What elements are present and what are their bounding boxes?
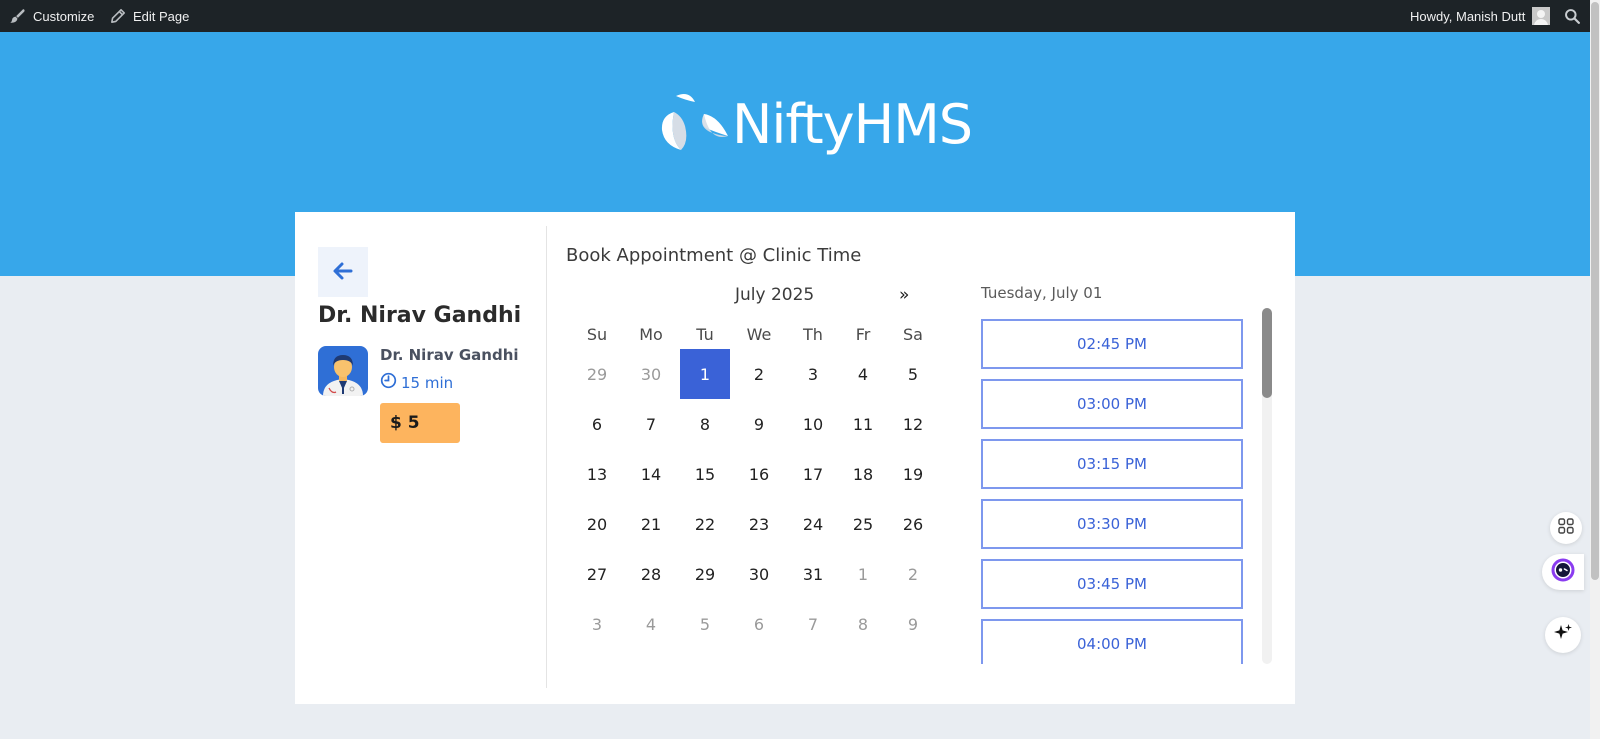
calendar-day[interactable]: 26 bbox=[886, 499, 940, 549]
user-avatar-icon bbox=[1532, 7, 1551, 25]
calendar-day[interactable]: 15 bbox=[678, 449, 732, 499]
booking-title: Book Appointment @ Clinic Time bbox=[566, 245, 862, 266]
appointment-duration: 15 min bbox=[380, 372, 453, 393]
calendar-day[interactable]: 25 bbox=[840, 499, 886, 549]
weekday-header: Fr bbox=[855, 324, 871, 344]
clock-icon bbox=[380, 372, 397, 393]
weekday-header: Th bbox=[803, 324, 823, 344]
pencil-icon bbox=[110, 8, 126, 24]
calendar-day[interactable]: 16 bbox=[732, 449, 786, 499]
calendar-day[interactable]: 10 bbox=[786, 399, 840, 449]
calendar-day[interactable]: 24 bbox=[786, 499, 840, 549]
weekday-header: Tu bbox=[696, 324, 714, 344]
slots-scrollbar[interactable] bbox=[1262, 308, 1272, 664]
doctor-avatar bbox=[318, 346, 368, 396]
weekday-header: We bbox=[746, 324, 772, 344]
calendar-day[interactable]: 6 bbox=[732, 599, 786, 649]
calendar-day[interactable]: 18 bbox=[840, 449, 886, 499]
time-slot-button[interactable]: 04:00 PM bbox=[981, 619, 1243, 664]
calendar-day[interactable]: 9 bbox=[886, 599, 940, 649]
calendar-day[interactable]: 20 bbox=[570, 499, 624, 549]
calendar-day[interactable]: 23 bbox=[732, 499, 786, 549]
calendar-grid: Su Mo Tu We Th Fr Sa 29 30 1 2 3 4 5 6 7 8 9 10 11 12 13 14 15 1… bbox=[570, 319, 940, 649]
sparkle-icon bbox=[1553, 623, 1573, 647]
time-slot-button[interactable]: 03:30 PM bbox=[981, 499, 1243, 549]
admin-bar: Customize Edit Page Howdy, Manish Dutt bbox=[0, 0, 1600, 32]
calendar-day[interactable]: 4 bbox=[624, 599, 678, 649]
calendar-day[interactable]: 6 bbox=[570, 399, 624, 449]
booking-card: Dr. Nirav Gandhi Dr. Nirav Gandhi 15 min… bbox=[295, 212, 1295, 704]
calendar-day[interactable]: 22 bbox=[678, 499, 732, 549]
calendar-day[interactable]: 4 bbox=[840, 349, 886, 399]
calendar-day[interactable]: 2 bbox=[886, 549, 940, 599]
edit-page-label: Edit Page bbox=[133, 8, 190, 24]
calendar-day[interactable]: 3 bbox=[570, 599, 624, 649]
calendar-day[interactable]: 29 bbox=[570, 349, 624, 399]
search-icon bbox=[1564, 8, 1581, 25]
calendar-day[interactable]: 8 bbox=[678, 399, 732, 449]
duration-label: 15 min bbox=[401, 373, 454, 392]
time-slot-button[interactable]: 03:15 PM bbox=[981, 439, 1243, 489]
time-slot-button[interactable]: 02:45 PM bbox=[981, 319, 1243, 369]
calendar-month-label: July 2025 bbox=[735, 285, 815, 305]
selected-date-label: Tuesday, July 01 bbox=[981, 284, 1103, 302]
slots-scrollbar-thumb[interactable] bbox=[1262, 308, 1272, 398]
calendar-day[interactable]: 5 bbox=[678, 599, 732, 649]
calendar-day[interactable]: 11 bbox=[840, 399, 886, 449]
customize-link[interactable]: Customize bbox=[9, 0, 94, 32]
calendar-day[interactable]: 31 bbox=[786, 549, 840, 599]
howdy-label: Howdy, Manish Dutt bbox=[1410, 8, 1526, 24]
calendar-day[interactable]: 28 bbox=[624, 549, 678, 599]
time-slot-button[interactable]: 03:45 PM bbox=[981, 559, 1243, 609]
calendar-day[interactable]: 19 bbox=[886, 449, 940, 499]
admin-search-button[interactable] bbox=[1564, 0, 1581, 32]
column-divider bbox=[546, 226, 547, 688]
calendar-day[interactable]: 12 bbox=[886, 399, 940, 449]
brand-logo-icon bbox=[660, 92, 730, 158]
calendar-day[interactable]: 9 bbox=[732, 399, 786, 449]
arrow-left-icon bbox=[332, 260, 354, 285]
page-scrollbar-thumb[interactable] bbox=[1591, 2, 1599, 580]
calendar-day[interactable]: 17 bbox=[786, 449, 840, 499]
weekday-header: Su bbox=[586, 324, 608, 344]
weekday-header: Mo bbox=[639, 324, 663, 344]
apps-grid-icon bbox=[1558, 518, 1574, 538]
calendar-day[interactable]: 5 bbox=[886, 349, 940, 399]
next-month-button[interactable]: » bbox=[899, 285, 909, 305]
calendar-day[interactable]: 2 bbox=[732, 349, 786, 399]
assistant-button[interactable] bbox=[1542, 554, 1584, 590]
time-slot-button[interactable]: 03:00 PM bbox=[981, 379, 1243, 429]
calendar-day-selected[interactable]: 1 bbox=[680, 349, 730, 399]
brand-logo[interactable]: NiftyHMS bbox=[660, 92, 973, 158]
calendar-day[interactable]: 13 bbox=[570, 449, 624, 499]
calendar-day[interactable]: 21 bbox=[624, 499, 678, 549]
calendar-day[interactable]: 29 bbox=[678, 549, 732, 599]
edit-page-link[interactable]: Edit Page bbox=[110, 0, 189, 32]
customize-label: Customize bbox=[33, 8, 95, 24]
calendar-day[interactable]: 7 bbox=[786, 599, 840, 649]
apps-grid-button[interactable] bbox=[1550, 512, 1582, 544]
account-menu[interactable]: Howdy, Manish Dutt bbox=[1410, 0, 1551, 32]
doctor-title: Dr. Nirav Gandhi bbox=[318, 303, 522, 328]
doctor-name: Dr. Nirav Gandhi bbox=[380, 346, 519, 364]
calendar-day[interactable]: 14 bbox=[624, 449, 678, 499]
calendar-day[interactable]: 27 bbox=[570, 549, 624, 599]
time-slots-list: 02:45 PM 03:00 PM 03:15 PM 03:30 PM 03:45 PM… bbox=[981, 319, 1243, 664]
calendar-day[interactable]: 8 bbox=[840, 599, 886, 649]
paintbrush-icon bbox=[9, 8, 26, 25]
calendar-day[interactable]: 7 bbox=[624, 399, 678, 449]
calendar-day[interactable]: 1 bbox=[840, 549, 886, 599]
assistant-icon bbox=[1551, 558, 1575, 586]
brand-name: NiftyHMS bbox=[732, 93, 973, 156]
calendar-day[interactable]: 30 bbox=[624, 349, 678, 399]
calendar-day[interactable]: 3 bbox=[786, 349, 840, 399]
price-badge: $ 5 bbox=[380, 403, 460, 443]
weekday-header: Sa bbox=[903, 324, 923, 344]
sparkle-button[interactable] bbox=[1545, 617, 1581, 653]
page-scrollbar[interactable] bbox=[1590, 0, 1600, 739]
back-button[interactable] bbox=[318, 247, 368, 297]
calendar-day[interactable]: 30 bbox=[732, 549, 786, 599]
